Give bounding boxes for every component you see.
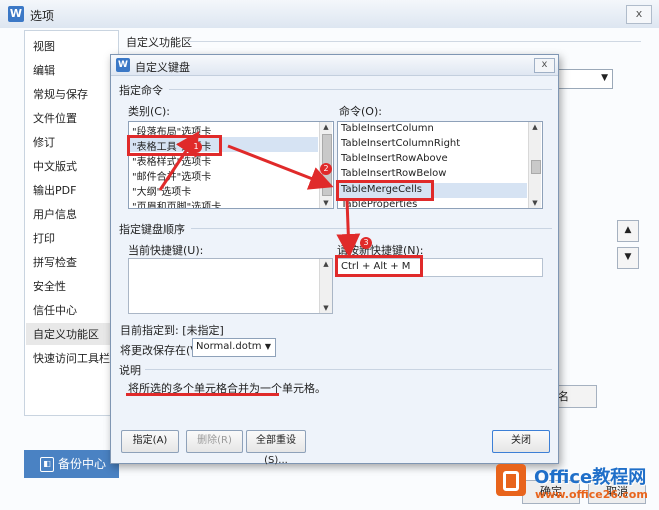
step-1-badge: 1 bbox=[190, 141, 202, 153]
step-2-badge: 2 bbox=[320, 163, 332, 175]
arrow-to-shortcut bbox=[336, 199, 361, 258]
arrow-to-command bbox=[227, 144, 334, 190]
watermark-brand: Office教程网 bbox=[534, 467, 647, 488]
office-logo-icon bbox=[496, 464, 526, 496]
step-3-badge: 3 bbox=[360, 237, 372, 249]
watermark-url: www.office26.com bbox=[535, 488, 648, 501]
annotation-arrows bbox=[158, 131, 361, 258]
